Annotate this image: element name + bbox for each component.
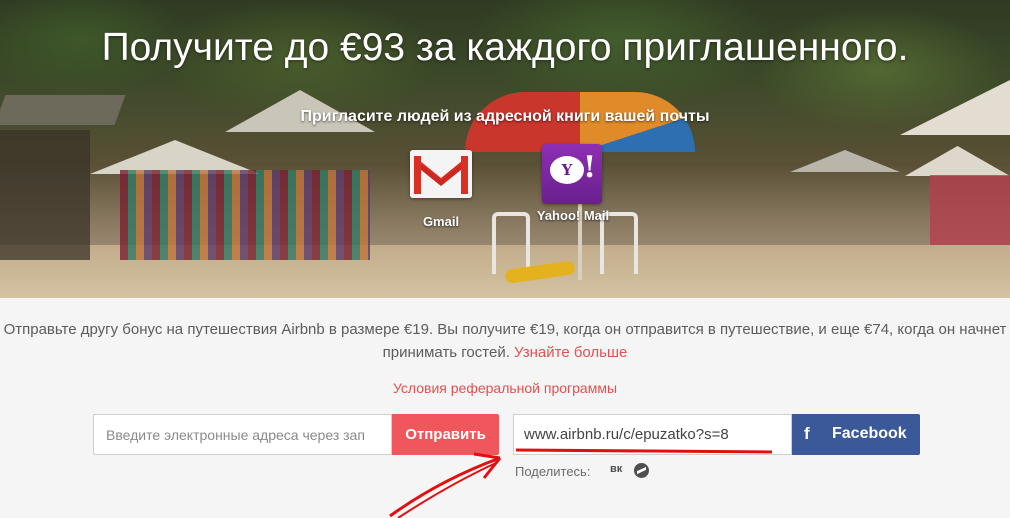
facebook-share-button[interactable]: f Facebook <box>792 414 920 455</box>
page-title: Получите до €93 за каждого приглашенного… <box>101 26 909 69</box>
learn-more-link[interactable]: Узнайте больше <box>514 344 627 361</box>
background-stall <box>930 175 1010 245</box>
yahoo-import-button[interactable]: Y ! Yahoo! Mail <box>518 144 628 223</box>
hero-banner: Получите до €93 за каждого приглашенного… <box>0 0 1010 298</box>
background-tent <box>905 146 1010 176</box>
messenger-icon[interactable] <box>634 463 649 478</box>
referral-section: Отправьте другу бонус на путешествия Air… <box>0 298 1010 518</box>
gmail-icon <box>410 150 472 210</box>
facebook-label: Facebook <box>832 425 907 442</box>
referral-description-text: Отправьте другу бонус на путешествия Air… <box>3 321 1007 361</box>
background-stall <box>0 130 90 260</box>
email-addresses-input[interactable] <box>93 414 392 455</box>
yahoo-mail-icon: Y ! <box>542 144 604 204</box>
yahoo-label: Yahoo! Mail <box>536 208 610 223</box>
referral-page: Получите до €93 за каждого приглашенного… <box>0 0 1010 518</box>
referral-description: Отправьте другу бонус на путешествия Air… <box>0 318 1010 364</box>
gmail-import-button[interactable]: Gmail <box>386 144 496 229</box>
import-contacts-heading: Пригласите людей из адресной книги вашей… <box>300 108 710 125</box>
referral-link-field[interactable]: www.airbnb.ru/c/epuzatko?s=8 <box>513 414 792 455</box>
referral-terms-link[interactable]: Условия реферальной программы <box>0 380 1010 396</box>
vk-icon[interactable]: вк <box>610 463 622 475</box>
background-stall <box>120 170 370 260</box>
send-invites-button[interactable]: Отправить <box>392 414 499 455</box>
share-label: Поделитесь: <box>515 464 591 479</box>
facebook-icon: f <box>804 424 810 443</box>
gmail-label: Gmail <box>422 214 460 229</box>
background-tent <box>790 150 900 172</box>
